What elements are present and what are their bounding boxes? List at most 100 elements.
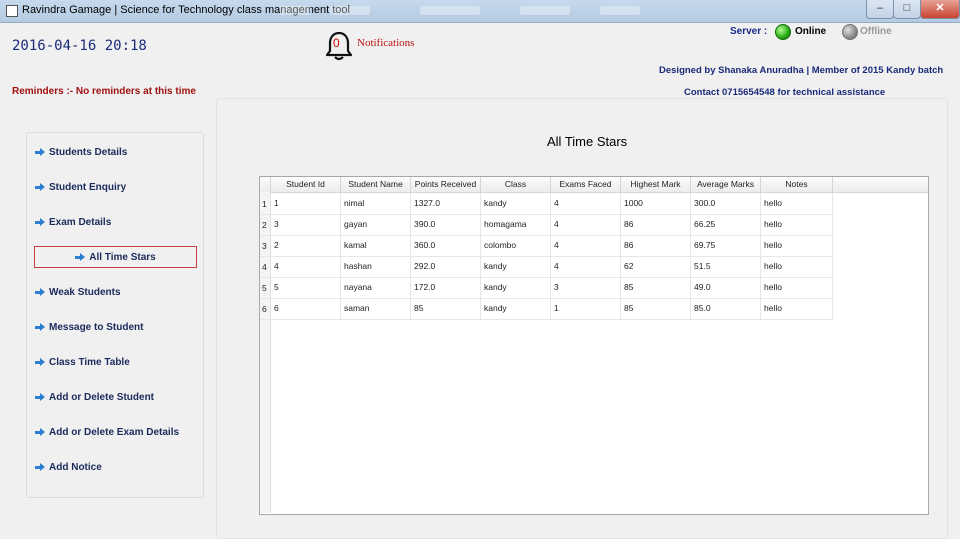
- cell-average-marks[interactable]: 51.5: [691, 256, 761, 277]
- sidebar-item-class-time-table[interactable]: Class Time Table: [35, 354, 130, 370]
- sidebar-item-all-time-stars[interactable]: All Time Stars: [34, 246, 197, 268]
- cell-class[interactable]: kandy: [481, 298, 551, 319]
- sidebar-item-label: Message to Student: [49, 321, 144, 333]
- server-label: Server :: [730, 26, 768, 37]
- table-row[interactable]: 4 4 hashan 292.0 kandy 4 62 51.5 hello: [260, 256, 833, 278]
- cell-points-received[interactable]: 172.0: [411, 277, 481, 298]
- column-header[interactable]: Points Received: [411, 177, 481, 192]
- cell-student-name[interactable]: nimal: [341, 193, 411, 214]
- cell-student-name[interactable]: gayan: [341, 214, 411, 235]
- cell-class[interactable]: kandy: [481, 193, 551, 214]
- cell-notes[interactable]: hello: [761, 193, 833, 214]
- arrow-right-icon: [35, 217, 46, 227]
- column-header[interactable]: Average Marks: [691, 177, 761, 192]
- column-header[interactable]: Class: [481, 177, 551, 192]
- cell-average-marks[interactable]: 85.0: [691, 298, 761, 319]
- cell-highest-mark[interactable]: 1000: [621, 193, 691, 214]
- sidebar-item-student-enquiry[interactable]: Student Enquiry: [35, 179, 126, 195]
- row-number: 4: [262, 262, 267, 272]
- table-row[interactable]: 5 5 nayana 172.0 kandy 3 85 49.0 hello: [260, 277, 833, 299]
- minimize-button[interactable]: –: [866, 0, 894, 19]
- cell-notes[interactable]: hello: [761, 298, 833, 319]
- cell-exams-faced[interactable]: 4: [551, 214, 621, 235]
- cell-average-marks[interactable]: 49.0: [691, 277, 761, 298]
- sidebar-item-label: Exam Details: [49, 216, 112, 228]
- all-time-stars-table[interactable]: Student Id Student Name Points Received …: [259, 176, 929, 515]
- notification-count: 0: [333, 36, 340, 50]
- sidebar-item-weak-students[interactable]: Weak Students: [35, 284, 121, 300]
- sidebar-item-label: Students Details: [49, 146, 128, 158]
- column-header[interactable]: Exams Faced: [551, 177, 621, 192]
- cell-student-id[interactable]: 1: [271, 193, 341, 214]
- cell-average-marks[interactable]: 69.75: [691, 235, 761, 256]
- cell-student-name[interactable]: saman: [341, 298, 411, 319]
- cell-average-marks[interactable]: 66.25: [691, 214, 761, 235]
- title-bar-shading: [280, 6, 310, 15]
- cell-exams-faced[interactable]: 4: [551, 256, 621, 277]
- cell-class[interactable]: homagama: [481, 214, 551, 235]
- cell-notes[interactable]: hello: [761, 214, 833, 235]
- sidebar-item-students-details[interactable]: Students Details: [35, 144, 127, 160]
- cell-class[interactable]: kandy: [481, 256, 551, 277]
- close-button[interactable]: ✕: [920, 0, 960, 19]
- cell-highest-mark[interactable]: 62: [621, 256, 691, 277]
- notifications-link[interactable]: Notifications: [357, 37, 414, 49]
- arrow-right-icon: [35, 182, 46, 192]
- row-number: 6: [262, 304, 267, 314]
- cell-points-received[interactable]: 85: [411, 298, 481, 319]
- cell-average-marks[interactable]: 300.0: [691, 193, 761, 214]
- cell-highest-mark[interactable]: 85: [621, 277, 691, 298]
- cell-highest-mark[interactable]: 86: [621, 214, 691, 235]
- contact-info: Contact 0715654548 for technical assista…: [684, 87, 886, 98]
- cell-exams-faced[interactable]: 3: [551, 277, 621, 298]
- cell-points-received[interactable]: 390.0: [411, 214, 481, 235]
- table-row[interactable]: 3 2 kamal 360.0 colombo 4 86 69.75 hello: [260, 235, 833, 257]
- sidebar-item-add-or-delete-student[interactable]: Add or Delete Student: [35, 389, 154, 405]
- title-bar: Ravindra Gamage | Science for Technology…: [0, 0, 960, 23]
- cell-exams-faced[interactable]: 1: [551, 298, 621, 319]
- cell-student-id[interactable]: 6: [271, 298, 341, 319]
- column-header[interactable]: Student Id: [271, 177, 341, 192]
- sidebar-item-message-to-student[interactable]: Message to Student: [35, 319, 143, 335]
- cell-points-received[interactable]: 360.0: [411, 235, 481, 256]
- column-header[interactable]: Student Name: [341, 177, 411, 192]
- cell-exams-faced[interactable]: 4: [551, 193, 621, 214]
- cell-student-id[interactable]: 2: [271, 235, 341, 256]
- cell-student-id[interactable]: 4: [271, 256, 341, 277]
- title-bar-shading: [600, 6, 640, 15]
- cell-highest-mark[interactable]: 85: [621, 298, 691, 319]
- cell-student-id[interactable]: 3: [271, 214, 341, 235]
- cell-points-received[interactable]: 292.0: [411, 256, 481, 277]
- sidebar-item-label: Class Time Table: [49, 356, 130, 368]
- cell-student-name[interactable]: kamal: [341, 235, 411, 256]
- cell-points-received[interactable]: 1327.0: [411, 193, 481, 214]
- arrow-right-icon: [35, 287, 46, 297]
- cell-highest-mark[interactable]: 86: [621, 235, 691, 256]
- page-title: All Time Stars: [547, 134, 628, 149]
- cell-student-name[interactable]: hashan: [341, 256, 411, 277]
- sidebar-item-label: Add Notice: [49, 461, 102, 473]
- cell-notes[interactable]: hello: [761, 277, 833, 298]
- cell-student-name[interactable]: nayana: [341, 277, 411, 298]
- sidebar-item-add-notice[interactable]: Add Notice: [35, 459, 102, 475]
- cell-notes[interactable]: hello: [761, 235, 833, 256]
- cell-notes[interactable]: hello: [761, 256, 833, 277]
- datetime-display: 2016-04-16 20:18: [12, 38, 147, 54]
- row-number-header: [260, 177, 271, 192]
- cell-class[interactable]: colombo: [481, 235, 551, 256]
- sidebar-item-add-or-delete-exam-details[interactable]: Add or Delete Exam Details: [35, 424, 179, 440]
- table-row[interactable]: 6 6 saman 85 kandy 1 85 85.0 hello: [260, 298, 833, 320]
- arrow-right-icon: [35, 392, 46, 402]
- cell-exams-faced[interactable]: 4: [551, 235, 621, 256]
- column-header[interactable]: Notes: [761, 177, 833, 192]
- arrow-right-icon: [75, 252, 86, 262]
- maximize-button[interactable]: □: [893, 0, 921, 19]
- row-number: 2: [262, 220, 267, 230]
- table-row[interactable]: 1 1 nimal 1327.0 kandy 4 1000 300.0 hell…: [260, 193, 833, 215]
- column-header[interactable]: Highest Mark: [621, 177, 691, 192]
- cell-student-id[interactable]: 5: [271, 277, 341, 298]
- sidebar-item-exam-details[interactable]: Exam Details: [35, 214, 111, 230]
- arrow-right-icon: [35, 322, 46, 332]
- cell-class[interactable]: kandy: [481, 277, 551, 298]
- table-row[interactable]: 2 3 gayan 390.0 homagama 4 86 66.25 hell…: [260, 214, 833, 236]
